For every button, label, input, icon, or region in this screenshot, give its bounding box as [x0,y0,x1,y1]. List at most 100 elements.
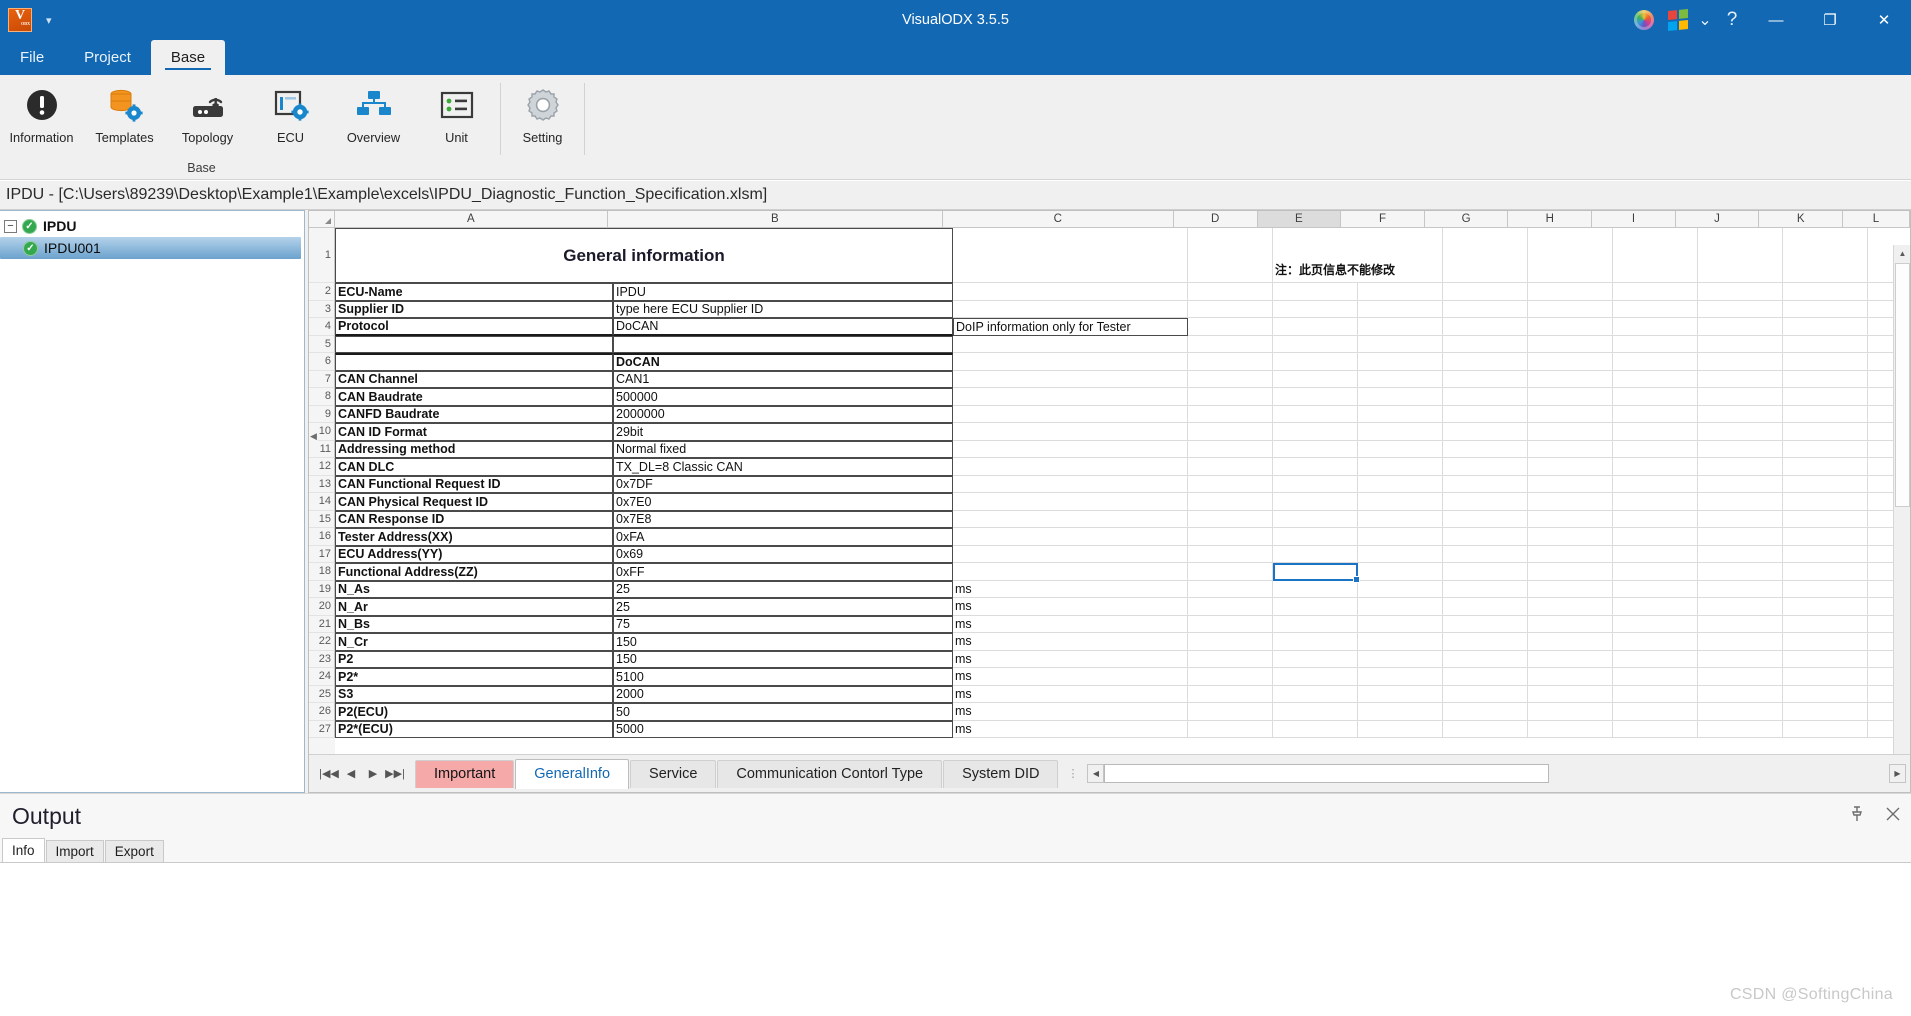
cell-e6[interactable] [1273,353,1358,371]
cell-f1[interactable] [1418,228,1443,283]
cell-j5[interactable] [1698,335,1783,353]
cell-a27[interactable]: P2*(ECU) [335,720,613,738]
row-header[interactable]: 2 [309,283,335,301]
table-row[interactable]: S3 2000 ms [335,685,1910,703]
cell-g22[interactable] [1443,633,1528,651]
table-row[interactable]: CAN Response ID 0x7E8 [335,510,1910,528]
cell-e25[interactable] [1273,685,1358,703]
cell-e2[interactable] [1273,283,1358,301]
cell-h8[interactable] [1528,388,1613,406]
cell-h16[interactable] [1528,528,1613,546]
cell-h20[interactable] [1528,598,1613,616]
cell-g12[interactable] [1443,458,1528,476]
cell-f10[interactable] [1358,423,1443,441]
sheet-nav-first-icon[interactable]: |◀◀ [319,767,339,780]
table-row[interactable]: CAN ID Format 29bit [335,423,1910,441]
cell-b10[interactable]: 29bit [613,423,953,441]
cell-h26[interactable] [1528,703,1613,721]
cell-j15[interactable] [1698,510,1783,528]
row-header[interactable]: 17 [309,545,335,563]
cell-k11[interactable] [1783,440,1868,458]
sheet-nav-prev-icon[interactable]: ◀ [341,767,361,780]
cell-e21[interactable] [1273,615,1358,633]
row-header[interactable]: 24 [309,668,335,686]
output-tab-import[interactable]: Import [45,840,104,862]
cell-c15[interactable] [953,510,1188,528]
table-row[interactable]: Supplier ID type here ECU Supplier ID [335,300,1910,318]
cell-g8[interactable] [1443,388,1528,406]
cell-f3[interactable] [1358,300,1443,318]
ribbon-tab-project[interactable]: Project [64,40,151,75]
cell-d14[interactable] [1188,493,1273,511]
tree-item-ipdu[interactable]: − ✓ IPDU [0,215,304,237]
sheet-horizontal-scrollbar[interactable]: ◀ ▶ [1087,763,1906,784]
cell-j12[interactable] [1698,458,1783,476]
cell-h6[interactable] [1528,353,1613,371]
row-header[interactable]: 18 [309,563,335,581]
cell-h3[interactable] [1528,300,1613,318]
cell-c19[interactable]: ms [953,580,1188,598]
cell-h19[interactable] [1528,580,1613,598]
cell-g18[interactable] [1443,563,1528,581]
row-header[interactable]: 6 [309,353,335,371]
hscroll-right-arrow-icon[interactable]: ▶ [1889,764,1906,783]
cell-b7[interactable]: CAN1 [613,370,953,388]
table-row[interactable]: N_Ar 25 ms [335,598,1910,616]
cell-a11[interactable]: Addressing method [335,440,613,458]
row-header[interactable]: 22 [309,633,335,651]
output-log-area[interactable] [0,862,1911,1016]
cell-j6[interactable] [1698,353,1783,371]
cell-k24[interactable] [1783,668,1868,686]
select-all-corner[interactable] [309,211,335,228]
cell-e16[interactable] [1273,528,1358,546]
cell-a25[interactable]: S3 [335,685,613,703]
cell-e19[interactable] [1273,580,1358,598]
table-row[interactable]: Tester Address(XX) 0xFA [335,528,1910,546]
cell-d13[interactable] [1188,475,1273,493]
cell-f24[interactable] [1358,668,1443,686]
cell-i4[interactable] [1613,318,1698,336]
cell-e12[interactable] [1273,458,1358,476]
cell-b6[interactable]: DoCAN [613,353,953,371]
cell-e14[interactable] [1273,493,1358,511]
row-header[interactable]: 21 [309,615,335,633]
column-header-d[interactable]: D [1173,211,1258,228]
cell-d5[interactable] [1188,335,1273,353]
table-row[interactable]: N_Cr 150 ms [335,633,1910,651]
cell-c11[interactable] [953,440,1188,458]
cell-a22[interactable]: N_Cr [335,633,613,651]
cell-h15[interactable] [1528,510,1613,528]
column-header-i[interactable]: I [1592,211,1676,228]
cell-b22[interactable]: 150 [613,633,953,651]
grid-vertical-scrollbar[interactable]: ▲ ▼ [1893,245,1910,754]
cell-i5[interactable] [1613,335,1698,353]
cell-a24[interactable]: P2* [335,668,613,686]
cell-c14[interactable] [953,493,1188,511]
sheet-tab-communication-control-type[interactable]: Communication Contorl Type [717,759,943,788]
cell-k10[interactable] [1783,423,1868,441]
ribbon-button-information[interactable]: Information [0,82,83,145]
cell-a18[interactable]: Functional Address(ZZ) [335,563,613,581]
column-header-c[interactable]: C [942,211,1174,228]
cell-c13[interactable] [953,475,1188,493]
cell-j2[interactable] [1698,283,1783,301]
tab-resize-grip[interactable]: ⋮ [1059,767,1087,780]
row-header[interactable]: 4 [309,318,335,336]
row-header[interactable]: 16 [309,528,335,546]
cell-f27[interactable] [1358,720,1443,738]
table-row[interactable]: P2 150 ms [335,650,1910,668]
sheet-tab-important[interactable]: Important [415,759,515,788]
cell-c26[interactable]: ms [953,703,1188,721]
cell-d6[interactable] [1188,353,1273,371]
theme-color-wheel-icon[interactable] [1627,0,1661,40]
cell-k8[interactable] [1783,388,1868,406]
cell-c17[interactable] [953,545,1188,563]
column-header-l[interactable]: L [1843,211,1910,228]
cell-b8[interactable]: 500000 [613,388,953,406]
cell-i23[interactable] [1613,650,1698,668]
cell-j25[interactable] [1698,685,1783,703]
cell-h4[interactable] [1528,318,1613,336]
cell-j4[interactable] [1698,318,1783,336]
cell-g20[interactable] [1443,598,1528,616]
cell-c16[interactable] [953,528,1188,546]
